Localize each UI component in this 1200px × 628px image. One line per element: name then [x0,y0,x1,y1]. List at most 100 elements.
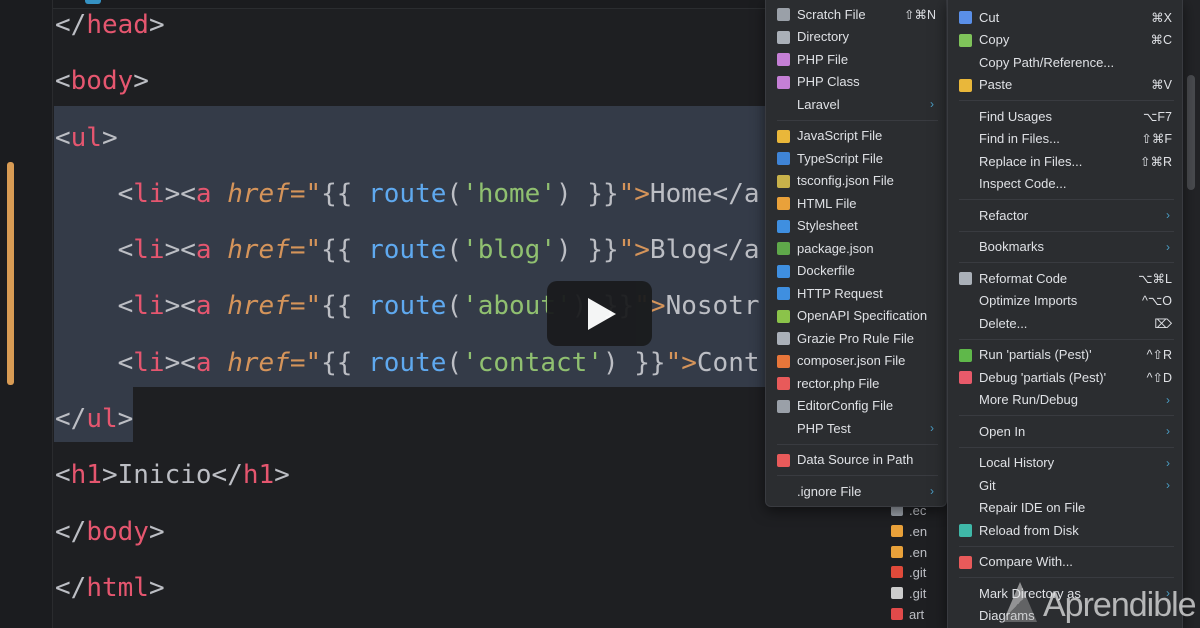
scratch-file-icon [777,8,790,21]
menu-item-rector-php-file[interactable]: rector.php File [774,372,938,395]
code-token: ( [446,178,463,209]
code-line[interactable]: </ul> [55,394,760,450]
chevron-right-icon: › [1166,478,1170,493]
menu-item-paste[interactable]: Paste ⌘V [956,74,1174,97]
menu-item-tsconfig-json-file[interactable]: tsconfig.json File [774,170,938,193]
code-line[interactable]: <body> [55,56,760,112]
menu-item-compare-with[interactable]: Compare With... [956,551,1174,574]
menu-item-find-usages[interactable]: Find Usages ⌥F7 [956,105,1174,128]
openapi-icon [777,309,790,323]
code-token: > [148,572,165,603]
menu-item-label: Local History [979,455,1055,471]
menu-item-debug-partials-pest[interactable]: Debug 'partials (Pest)' ^⇧D [956,366,1174,389]
menu-item-cut[interactable]: Cut ⌘X [956,6,1174,29]
menu-item-copy-path-reference[interactable]: Copy Path/Reference... [956,51,1174,74]
menu-item-find-in-files[interactable]: Find in Files... ⇧⌘F [956,128,1174,151]
menu-item-shortcut: ^⌥O [1142,294,1172,309]
code-line[interactable]: <h1>Inicio</h1> [55,450,760,506]
menu-item-grazie-pro-rule-file[interactable]: Grazie Pro Rule File [774,327,938,350]
code-token: > [274,460,290,491]
menu-item-run-partials-pest[interactable]: Run 'partials (Pest)' ^⇧R [956,344,1174,367]
menu-item-composer-json-file[interactable]: composer.json File [774,350,938,373]
project-tree-item[interactable]: art [885,604,947,625]
tree-item-label: art [909,606,925,622]
new-file-submenu: Scratch File ⇧⌘N Directory PHP File PHP Clas… [765,0,947,507]
menu-item-directory[interactable]: Directory [774,26,938,49]
scissors-icon [959,11,972,24]
menu-item-label: Dockerfile [797,263,855,279]
scrollbar-thumb[interactable] [1187,75,1195,190]
menu-item-stylesheet[interactable]: Stylesheet [774,215,938,238]
code-line[interactable]: <li><a href="{{ route('home') }}">Home</… [55,169,760,225]
menu-item-shortcut: ⌘V [1151,78,1172,93]
menu-item-reload-from-disk[interactable]: Reload from Disk [956,519,1174,542]
code-line[interactable]: </head> [55,0,760,56]
menu-item-laravel[interactable]: Laravel › [774,93,938,116]
code-token: html [86,572,149,603]
vcs-change-marker[interactable] [7,162,14,385]
menu-item-replace-in-files[interactable]: Replace in Files... ⇧⌘R [956,150,1174,173]
menu-item-label: Stylesheet [797,218,858,234]
project-tree-item[interactable]: .en [885,521,947,542]
menu-item-ignore-file[interactable]: .ignore File › [774,480,938,503]
code-token: < [55,66,71,97]
ts-icon [777,152,790,165]
docker-icon [777,264,790,278]
menu-item-typescript-file[interactable]: TypeScript File [774,147,938,170]
code-line[interactable]: <li><a href="{{ route('about') }}">Nosot… [55,281,760,337]
file-icon [891,587,903,600]
code-token: Blog</a [649,235,760,266]
menu-item-php-file[interactable]: PHP File [774,48,938,71]
menu-item-editorconfig-file[interactable]: EditorConfig File [774,395,938,418]
play-icon[interactable] [547,281,652,346]
menu-item-label: composer.json File [797,353,906,369]
menu-item-scratch-file[interactable]: Scratch File ⇧⌘N [774,3,938,26]
menu-item-delete[interactable]: Delete... ⌦ [956,312,1174,335]
menu-item-bookmarks[interactable]: Bookmarks › [956,236,1174,259]
menu-item-php-test[interactable]: PHP Test › [774,417,938,440]
code-token: a [195,235,212,266]
menu-item-open-in[interactable]: Open In › [956,420,1174,443]
menu-item-repair-ide-on-file[interactable]: Repair IDE on File [956,497,1174,520]
menu-item-inspect-code[interactable]: Inspect Code... [956,173,1174,196]
menu-item-copy[interactable]: Copy ⌘C [956,29,1174,52]
menu-item-reformat-code[interactable]: Reformat Code ⌥⌘L [956,267,1174,290]
code-token: body [70,66,134,97]
code-line[interactable]: </html> [55,563,760,619]
code-line[interactable]: </body> [55,507,760,563]
leaf-icon [777,332,790,345]
code-token: </ [55,10,87,40]
project-tree-item[interactable]: .git [885,583,947,604]
menu-item-php-class[interactable]: PHP Class [774,71,938,94]
menu-item-http-request[interactable]: HTTP Request [774,282,938,305]
menu-item-dockerfile[interactable]: Dockerfile [774,260,938,283]
menu-item-refactor[interactable]: Refactor › [956,204,1174,227]
project-tree-item[interactable]: .en [885,542,947,563]
code-line[interactable]: <li><a href="{{ route('contact') }}">Con… [55,338,760,394]
code-line[interactable]: <li><a href="{{ route('blog') }}">Blog</… [55,225,760,281]
menu-item-javascript-file[interactable]: JavaScript File [774,125,938,148]
tree-item-label: .git [909,586,927,602]
menu-item-openapi-specification[interactable]: OpenAPI Specification [774,305,938,328]
code-token: route [368,235,447,266]
menu-item-html-file[interactable]: HTML File [774,192,938,215]
menu-item-optimize-imports[interactable]: Optimize Imports ^⌥O [956,290,1174,313]
code-token: > [148,516,165,547]
project-tree-item[interactable]: .git [885,562,947,583]
menu-item-shortcut: ⇧⌘F [1141,132,1172,147]
code-token: >Inicio</ [101,460,243,491]
run-icon [959,348,972,362]
code-editor[interactable]: </head> <body> <ul> <li><a href="{{ route(… [55,0,760,619]
menu-item-git[interactable]: Git › [956,474,1174,497]
code-token: ) }} [555,178,619,209]
code-line[interactable]: <ul> [55,113,760,169]
menu-item-local-history[interactable]: Local History › [956,452,1174,475]
menu-item-data-source-in-path[interactable]: Data Source in Path [774,449,938,472]
menu-item-package-json[interactable]: package.json [774,237,938,260]
code-token: a [195,347,212,378]
menu-item-more-run-debug[interactable]: More Run/Debug › [956,389,1174,412]
code-token: href [227,235,290,266]
code-token: < [55,122,71,153]
code-token: {{ [321,291,369,322]
menu-item-label: Optimize Imports [979,293,1078,309]
